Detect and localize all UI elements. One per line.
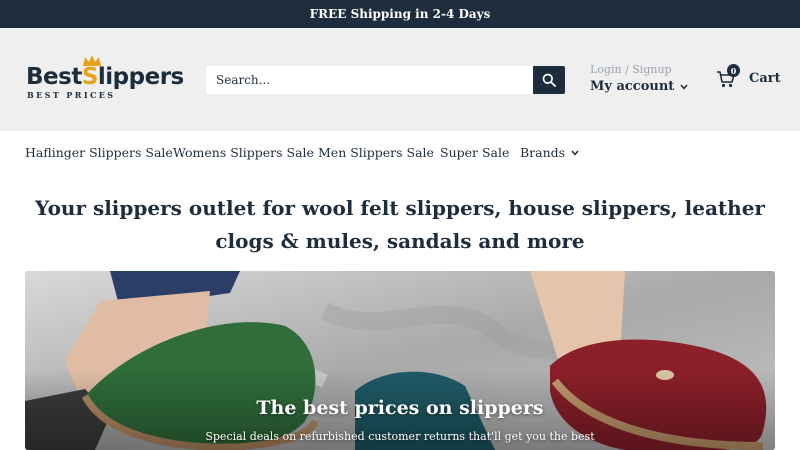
logo-wordmark: BestSlippers [26,64,184,90]
cart-label: Cart [749,71,781,86]
site-header: BestSlippers BEST PRICES Login / Signup … [0,28,800,131]
announcement-text: FREE Shipping in 2-4 Days [309,7,491,21]
search-button[interactable] [533,66,565,94]
hero-subtitle: Special deals on refurbished customer re… [205,430,595,443]
my-account-dropdown[interactable]: My account [590,79,688,94]
nav-item-men-slippers-sale[interactable]: Men Slippers Sale [318,145,434,160]
search-input[interactable] [206,66,533,94]
hero-title: The best prices on slippers [256,397,544,419]
my-account-label: My account [590,79,675,94]
chevron-down-icon [571,150,579,156]
nav-item-haflinger-slippers-sale[interactable]: Haflinger Slippers Sale [25,145,173,160]
cart-icon: 0 [716,64,740,89]
nav-item-womens-slippers-sale[interactable]: Womens Slippers Sale [173,145,314,160]
main-navigation: Haflinger Slippers Sale Womens Slippers … [0,131,800,173]
hero-slippers-image [25,271,775,450]
hero-banner[interactable]: The best prices on slippers Special deal… [25,271,775,450]
search-bar [206,66,565,94]
logo[interactable]: BestSlippers BEST PRICES [26,55,186,104]
announcement-bar: FREE Shipping in 2-4 Days [0,0,800,28]
search-icon [542,73,556,87]
account-menu: Login / Signup My account [590,63,690,99]
nav-item-brands[interactable]: Brands [520,145,579,160]
login-signup-link[interactable]: Login / Signup [590,63,672,76]
logo-tagline: BEST PRICES [27,90,116,100]
chevron-down-icon [680,84,688,90]
nav-item-super-sale[interactable]: Super Sale [440,145,509,160]
cart-button[interactable]: 0 Cart [716,64,786,91]
page-headline: Your slippers outlet for wool felt slipp… [35,196,765,253]
cart-count-badge: 0 [727,64,740,77]
